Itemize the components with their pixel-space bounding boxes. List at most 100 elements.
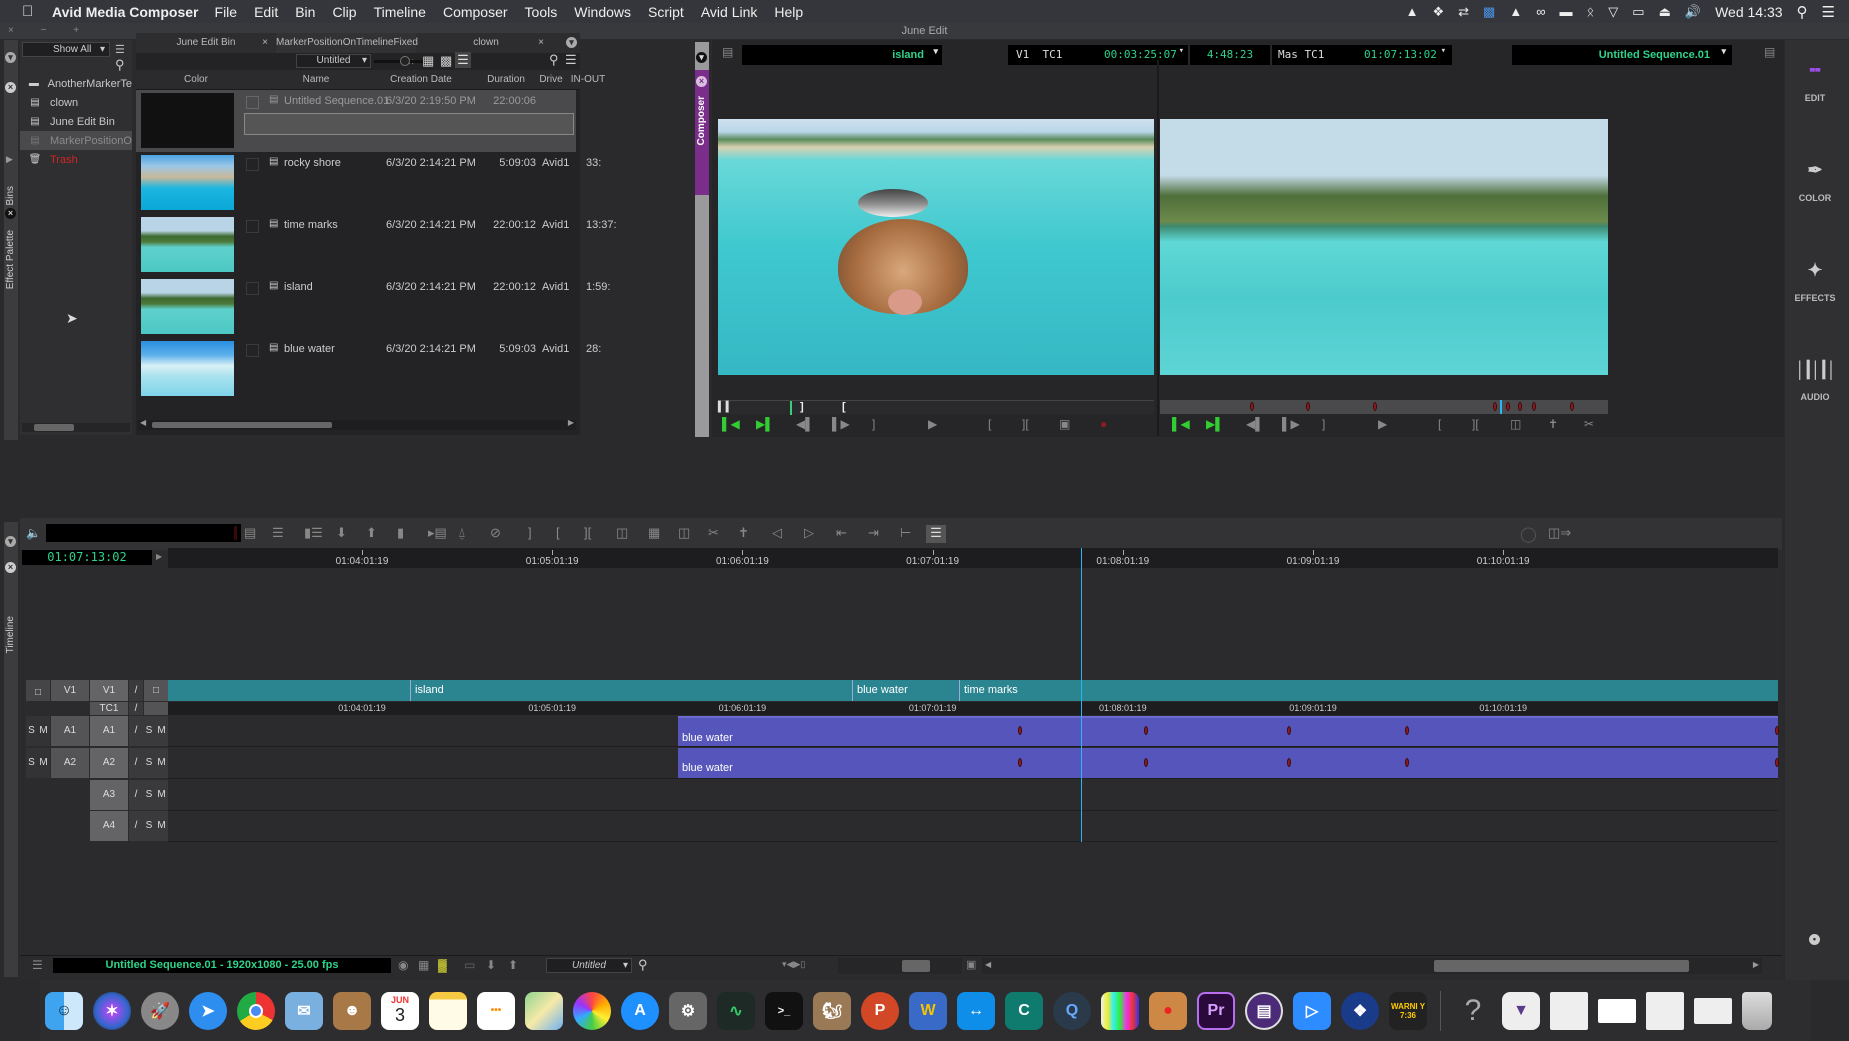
- dock-window-1[interactable]: [1550, 991, 1588, 1030]
- dock-premiere-pro[interactable]: Pr: [1197, 991, 1235, 1030]
- video-clip-blue-water[interactable]: blue water: [852, 680, 958, 701]
- timeline-marker[interactable]: [1018, 758, 1022, 767]
- record-sequence-name[interactable]: Untitled Sequence.01 ▾: [1512, 45, 1732, 65]
- dock-help[interactable]: ?: [1454, 992, 1492, 1030]
- timeline-ruler[interactable]: [168, 548, 1778, 568]
- source-track-a2[interactable]: A2: [51, 748, 89, 778]
- step-forward-button[interactable]: ▶▌: [756, 417, 774, 431]
- video-clip-island[interactable]: island: [410, 680, 850, 701]
- settings-icon[interactable]: •: [1809, 934, 1820, 945]
- v1-sync-lock[interactable]: /: [129, 680, 143, 701]
- row-checkbox[interactable]: [246, 96, 259, 109]
- marker[interactable]: [1506, 402, 1510, 411]
- record-clip-menu-icon[interactable]: ▤: [1764, 45, 1775, 59]
- source-clip-name[interactable]: island ▾: [742, 45, 942, 65]
- tab-june-edit-bin[interactable]: June Edit Bin ×: [136, 33, 276, 53]
- timeline-marker[interactable]: [1775, 726, 1779, 735]
- position-indicator[interactable]: [1081, 548, 1082, 842]
- lift-button[interactable]: ⬆: [366, 525, 377, 541]
- menu-clip[interactable]: Clip: [332, 4, 356, 20]
- source-track-a1[interactable]: A1: [51, 716, 89, 746]
- grid-button[interactable]: ▦: [648, 525, 660, 541]
- rewind-button[interactable]: ◀▌: [1246, 417, 1264, 431]
- timeline-current-tc[interactable]: 01:07:13:02: [22, 550, 152, 565]
- bin-view-select[interactable]: Untitled ▾: [296, 54, 371, 68]
- bin-item-clown[interactable]: ▤ clown: [20, 93, 132, 112]
- timeline-view-select[interactable]: Untitled ▾: [546, 958, 632, 973]
- fit-icon[interactable]: ▣: [966, 958, 976, 971]
- marker[interactable]: [1250, 402, 1254, 411]
- avid-link-icon[interactable]: ▲: [1406, 4, 1419, 19]
- dock-calendar[interactable]: JUN 3: [381, 991, 419, 1030]
- step-back-button[interactable]: ▌◀: [722, 417, 740, 431]
- dock-teamviewer[interactable]: ↔: [957, 991, 995, 1030]
- timeline-hscrollbar[interactable]: ◀ ▶: [982, 958, 1762, 974]
- close-tab-icon[interactable]: ×: [262, 33, 268, 53]
- timeline-search-icon[interactable]: ⚲: [638, 957, 648, 973]
- rename-field[interactable]: [244, 113, 574, 135]
- top-button[interactable]: ⍙: [458, 525, 466, 541]
- speaker-icon[interactable]: 🔈: [26, 526, 41, 540]
- bin-item-june-edit-bin[interactable]: ▤ June Edit Bin: [20, 112, 132, 131]
- timeline-side-tab[interactable]: ▾ × Timeline: [4, 522, 18, 977]
- bin-item-anothermarker[interactable]: ▬ AnotherMarkerTe: [20, 74, 132, 93]
- bin-row-clip[interactable]: ▤ island 6/3/20 2:14:21 PM 22:00:12 Avid…: [136, 276, 610, 338]
- menu-windows[interactable]: Windows: [574, 4, 631, 20]
- menu-timeline[interactable]: Timeline: [374, 4, 426, 20]
- dock-maps[interactable]: [525, 991, 563, 1030]
- dock-photo-booth[interactable]: ●: [1149, 991, 1187, 1030]
- source-position-bar[interactable]: ▍▍ ] [: [718, 400, 1154, 415]
- dock-quicktime[interactable]: Q: [1053, 991, 1091, 1030]
- video-quality-button[interactable]: ▮☰: [304, 525, 323, 541]
- zoom-controls[interactable]: ▾◀▶▯: [782, 959, 805, 970]
- track-solo-button[interactable]: S: [143, 716, 155, 746]
- collapse-icon[interactable]: ▾: [5, 52, 16, 63]
- composer-side-tab[interactable]: ▾ × Composer: [695, 42, 709, 437]
- workspace-effects[interactable]: ✦ EFFECTS: [1785, 260, 1845, 303]
- disclosure-triangle-icon[interactable]: ▶: [6, 154, 13, 165]
- window-controls[interactable]: × − +: [8, 23, 91, 39]
- mark-in-button[interactable]: [: [988, 417, 991, 431]
- fast-forward-button[interactable]: ▌▶: [832, 417, 850, 431]
- mark-in-button[interactable]: [: [1438, 417, 1441, 431]
- add-marker-button[interactable]: ●: [1100, 417, 1107, 431]
- mark-clip-button[interactable]: ][: [1022, 417, 1029, 431]
- clear-marks-button[interactable]: ◫: [616, 525, 628, 541]
- dock-reminders[interactable]: •••: [477, 991, 515, 1030]
- show-filter-select[interactable]: Show All ▾: [22, 42, 110, 57]
- tc-menu-icon[interactable]: ▶: [156, 552, 162, 561]
- timeline-menu-button[interactable]: ☰: [32, 958, 43, 972]
- workspace-color[interactable]: ✒ COLOR: [1785, 160, 1845, 203]
- clear-button[interactable]: ⊘: [490, 525, 501, 541]
- dock-fetch[interactable]: W: [909, 991, 947, 1030]
- settings-sliders-button[interactable]: ☰: [272, 525, 284, 541]
- mark-clip-button[interactable]: ][: [1472, 417, 1479, 431]
- dock-safari[interactable]: ➤: [189, 991, 227, 1030]
- dock-mail[interactable]: ✉: [285, 991, 323, 1030]
- eject-icon[interactable]: ⏏: [1659, 4, 1671, 20]
- mark-in-button[interactable]: [: [556, 525, 560, 540]
- marker[interactable]: [1532, 402, 1536, 411]
- lift-up-icon[interactable]: ⬆: [508, 958, 518, 972]
- sync-icon[interactable]: ⇄: [1458, 4, 1469, 20]
- timeline-marker[interactable]: [1287, 726, 1291, 735]
- timeline-marker[interactable]: [1287, 758, 1291, 767]
- timeline-marker[interactable]: [1144, 726, 1148, 735]
- clock[interactable]: Wed 14:33: [1715, 4, 1782, 20]
- record-track-a3[interactable]: A3: [90, 780, 128, 810]
- notification-center-icon[interactable]: ☰: [1822, 3, 1835, 21]
- text-view-icon[interactable]: ▦: [422, 53, 434, 69]
- dock-camtasia[interactable]: C: [1005, 991, 1043, 1030]
- menu-file[interactable]: File: [215, 4, 238, 20]
- script-view-icon[interactable]: ☰: [455, 52, 471, 68]
- step-forward-button[interactable]: ▶▌: [1206, 417, 1224, 431]
- sync-lock[interactable]: /: [129, 716, 143, 746]
- composer-tab-label[interactable]: Composer: [696, 96, 707, 145]
- volume-icon[interactable]: 🔊: [1685, 4, 1701, 20]
- bin-row-clip[interactable]: ▤ rocky shore 6/3/20 2:14:21 PM 5:09:03 …: [136, 152, 601, 214]
- record-track-a1[interactable]: A1: [90, 716, 128, 746]
- record-button[interactable]: ◯: [1520, 525, 1537, 543]
- step-back-button[interactable]: ▌◀: [1172, 417, 1190, 431]
- mute-button[interactable]: M: [37, 748, 50, 778]
- bin-menu-icon[interactable]: ▾: [566, 37, 577, 48]
